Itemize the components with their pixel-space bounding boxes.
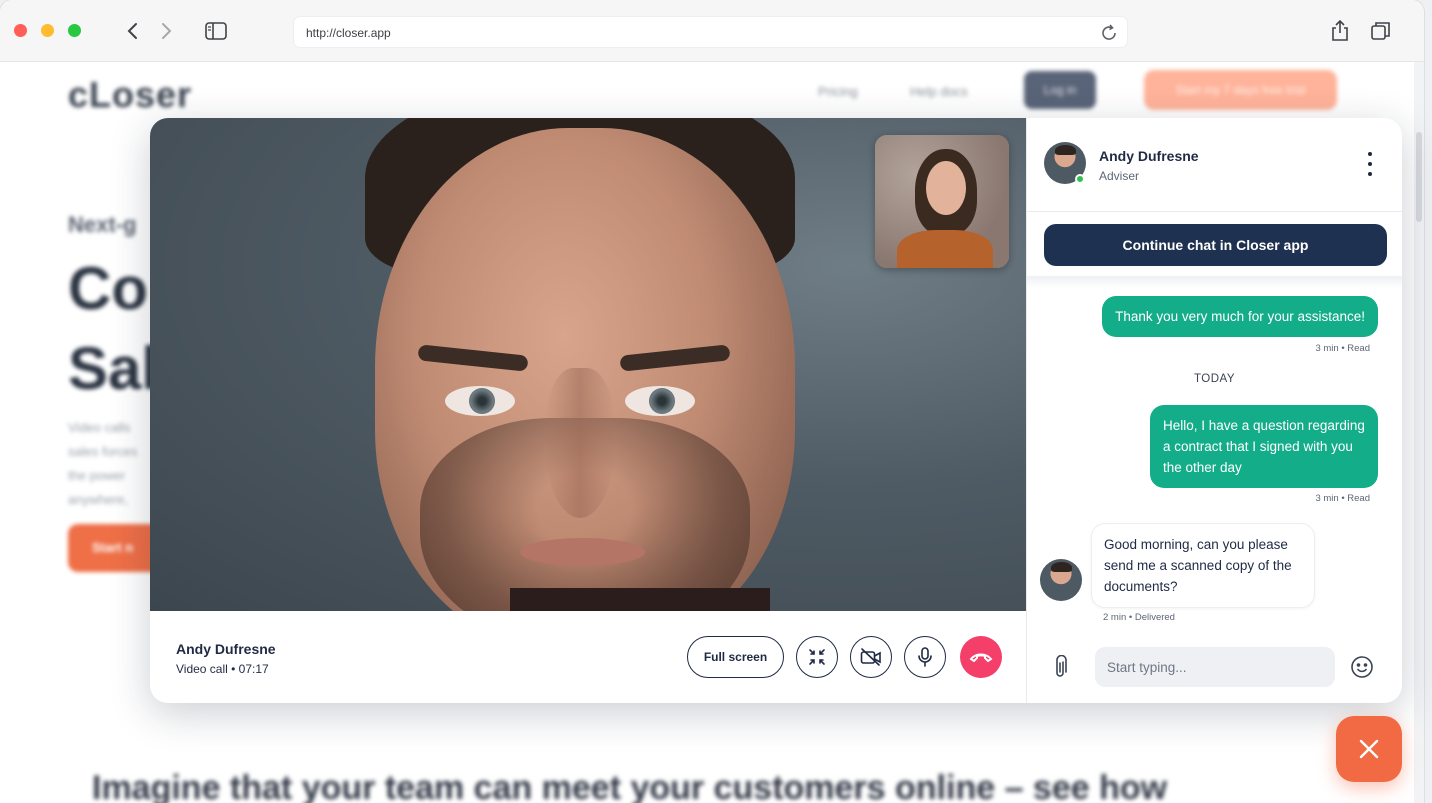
browser-toolbar: http://closer.app [0,0,1424,62]
hero-text-line: the power [68,468,126,483]
message-incoming: Good morning, can you please send me a s… [1091,523,1315,608]
call-status: Video call • 07:17 [176,662,269,676]
message-outgoing: Thank you very much for your assistance! [1102,296,1378,337]
chat-header: Andy Dufresne Adviser [1027,118,1402,212]
tabs-icon[interactable] [1368,18,1394,44]
back-icon[interactable] [120,18,146,44]
close-icon [1359,739,1379,759]
video-call-widget: Andy Dufresne Video call • 07:17 Full sc… [150,118,1402,703]
camera-off-icon[interactable] [850,636,892,678]
agent-name: Andy Dufresne [1099,148,1199,164]
avatar [1040,559,1082,601]
message-meta: 3 min • Read [1315,343,1370,354]
hero-eyebrow: Next-g [68,212,137,237]
video-eye [445,386,515,416]
hero-text-line: Video calls [68,420,131,435]
date-divider: TODAY [1193,373,1236,385]
section-tagline: Imagine that your team can meet your cus… [92,769,1168,803]
login-button[interactable]: Log in [1024,71,1096,109]
scrollbar[interactable] [1414,62,1424,803]
address-bar[interactable]: http://closer.app [293,16,1128,48]
hero-text-line: anywhere, [68,492,128,507]
hero-text-line: sales forces [68,444,138,459]
scrollbar-thumb[interactable] [1416,132,1422,222]
reload-icon[interactable] [1097,21,1121,45]
self-view-video[interactable] [875,135,1009,268]
zoom-window-button[interactable] [68,24,81,37]
nav-pricing[interactable]: Pricing [818,84,858,99]
url-text: http://closer.app [306,26,391,40]
attach-icon[interactable] [1049,653,1071,681]
hangup-icon[interactable] [960,636,1002,678]
forward-icon[interactable] [153,18,179,44]
free-trial-button[interactable]: Start my 7 days free trial [1144,70,1337,110]
continue-chat-button[interactable]: Continue chat in Closer app [1044,224,1387,266]
remote-video [150,118,1026,611]
video-mouth [520,538,645,566]
hero-title-line1: Co [68,255,148,322]
call-controls-bar: Andy Dufresne Video call • 07:17 Full sc… [150,611,1026,703]
video-nose [545,368,615,518]
message-input[interactable] [1095,647,1335,687]
message-meta: 3 min • Read [1315,493,1370,504]
sidebar-icon[interactable] [203,18,229,44]
message-meta: 2 min • Delivered [1103,612,1175,623]
hero-title-line2: Sal [68,335,159,402]
emoji-icon[interactable] [1349,654,1375,680]
collapse-icon[interactable] [796,636,838,678]
share-icon[interactable] [1327,18,1353,44]
site-logo[interactable]: cLoser [68,74,192,116]
message-outgoing: Hello, I have a question regarding a con… [1150,405,1378,488]
full-screen-button[interactable]: Full screen [687,636,784,678]
video-shirt [510,588,770,611]
divider-shadow [1027,276,1402,288]
close-window-button[interactable] [14,24,27,37]
chat-panel: Andy Dufresne Adviser Continue chat in C… [1026,118,1402,703]
mic-icon[interactable] [904,636,946,678]
close-widget-button[interactable] [1336,716,1402,782]
agent-role: Adviser [1099,169,1140,183]
online-status-dot [1075,174,1085,184]
video-eye [625,386,695,416]
minimize-window-button[interactable] [41,24,54,37]
more-icon[interactable] [1360,152,1380,176]
nav-help-docs[interactable]: Help docs [910,84,968,99]
caller-name: Andy Dufresne [176,641,276,657]
